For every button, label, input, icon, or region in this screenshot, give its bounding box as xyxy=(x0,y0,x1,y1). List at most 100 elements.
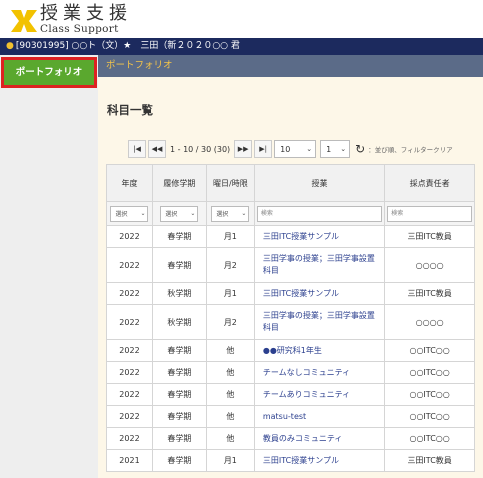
cell-slot: 月1 xyxy=(205,225,255,248)
last-page-icon: ▶| xyxy=(259,145,268,153)
cell-grader: ○○ITC○○ xyxy=(384,361,475,384)
course-link[interactable]: 三田学事の授業；三田学事設置科目 xyxy=(253,247,386,283)
portfolio-button[interactable]: ポートフォリオ xyxy=(1,57,97,88)
page-title: 科目一覧 xyxy=(107,103,153,117)
app-subtitle: Class Support xyxy=(40,23,119,35)
next-page-icon: ▶▶ xyxy=(237,145,249,153)
cell-term: 秋学期 xyxy=(151,304,207,340)
table-header-row: 年度 履修学期 曜日/時限 授業 採点責任者 xyxy=(106,164,475,202)
pagination: |◀ ◀◀ 1 - 10 / 30 (30) ▶▶ ▶| 10 ⌄ 1 ⌄ ↻ ：並… xyxy=(128,140,453,158)
cell-term: 春学期 xyxy=(151,427,207,450)
per-page-value: 10 xyxy=(280,144,291,154)
table-row: 2022 春学期 月2 三田学事の授業；三田学事設置科目 ○○○○ xyxy=(106,247,475,283)
cell-term: 春学期 xyxy=(151,225,207,248)
table-row: 2022 秋学期 月1 三田ITC授業サンプル 三田ITC教員 xyxy=(106,282,475,305)
table-row: 2022 春学期 月1 三田ITC授業サンプル 三田ITC教員 xyxy=(106,225,475,248)
prev-page-button[interactable]: ◀◀ xyxy=(148,140,166,158)
chevron-down-icon: ⌄ xyxy=(190,210,196,217)
per-page-select[interactable]: 10 ⌄ xyxy=(274,140,317,158)
page-value: 1 xyxy=(326,144,332,154)
cell-slot: 他 xyxy=(205,339,255,362)
cell-term: 春学期 xyxy=(151,405,207,428)
user-info: [90301995] ○○ト（文）★ 三田（新２０２０○○ 君 xyxy=(15,41,240,51)
table-row: 2022 春学期他 matsu-test ○○ITC○○ xyxy=(106,405,475,428)
cell-year: 2022 xyxy=(106,427,153,450)
course-link[interactable]: チームなしコミュニティ xyxy=(253,361,386,384)
course-link[interactable]: 三田ITC授業サンプル xyxy=(253,282,386,305)
cell-term: 春学期 xyxy=(151,247,207,283)
cell-grader: 三田ITC教員 xyxy=(384,225,475,248)
course-link[interactable]: 三田学事の授業；三田学事設置科目 xyxy=(253,304,386,340)
cell-year: 2022 xyxy=(106,361,153,384)
table-row: 2021 春学期 月1 三田ITC授業サンプル 三田ITC教員 xyxy=(106,449,475,472)
cell-slot: 月1 xyxy=(205,449,255,472)
prev-page-icon: ◀◀ xyxy=(151,145,163,153)
sidebar: ポートフォリオ xyxy=(0,55,98,478)
cell-grader: ○○○○ xyxy=(384,304,475,340)
app-header: 授業支援 Class Support xyxy=(0,0,483,38)
cell-term: 春学期 xyxy=(151,383,207,406)
table-row: 2022 春学期他 ●●研究科1年生 ○○ITC○○ xyxy=(106,339,475,362)
cell-term: 春学期 xyxy=(151,339,207,362)
filter-row: 選択 ⌄ 選択 ⌄ 選択 ⌄ 検索 検索 xyxy=(106,201,475,226)
app-title: 授業支援 xyxy=(40,3,132,24)
breadcrumb-current: ポートフォリオ xyxy=(106,60,173,71)
logo-icon xyxy=(11,10,37,32)
chevron-down-icon: ⌄ xyxy=(140,210,146,217)
first-page-button[interactable]: |◀ xyxy=(128,140,146,158)
main-content: 科目一覧 |◀ ◀◀ 1 - 10 / 30 (30) ▶▶ ▶| 10 ⌄ 1 ⌄… xyxy=(98,77,483,478)
pager-hint: ：並び順、フィルタークリア xyxy=(368,146,453,154)
course-link[interactable]: 教員のみコミュニティ xyxy=(253,427,386,450)
column-header-year[interactable]: 年度 xyxy=(106,164,153,202)
cell-grader: ○○○○ xyxy=(384,247,475,283)
cell-slot: 他 xyxy=(205,361,255,384)
cell-year: 2022 xyxy=(106,383,153,406)
course-link[interactable]: チームありコミュニティ xyxy=(253,383,386,406)
chevron-down-icon: ⌄ xyxy=(340,145,347,153)
column-header-term[interactable]: 履修学期 xyxy=(151,164,207,202)
course-search-input[interactable]: 検索 xyxy=(256,205,383,222)
first-page-icon: |◀ xyxy=(133,145,141,153)
cell-term: 春学期 xyxy=(151,361,207,384)
refresh-icon[interactable]: ↻ xyxy=(355,142,365,156)
course-link[interactable]: 三田ITC授業サンプル xyxy=(253,449,386,472)
table-row: 2022 春学期他チームありコミュニティ ○○ITC○○ xyxy=(106,383,475,406)
cell-slot: 他 xyxy=(205,405,255,428)
table-row: 2022 春学期他教員のみコミュニティ ○○ITC○○ xyxy=(106,427,475,450)
cell-year: 2022 xyxy=(106,225,153,248)
cell-grader: 三田ITC教員 xyxy=(384,449,475,472)
cell-year: 2021 xyxy=(106,449,153,472)
chevron-down-icon: ⌄ xyxy=(306,145,313,153)
user-bar: ● [90301995] ○○ト（文）★ 三田（新２０２０○○ 君 xyxy=(0,38,483,55)
cell-year: 2022 xyxy=(106,304,153,340)
column-header-course[interactable]: 授業 xyxy=(253,164,386,202)
cell-term: 秋学期 xyxy=(151,282,207,305)
cell-year: 2022 xyxy=(106,282,153,305)
page-select[interactable]: 1 ⌄ xyxy=(320,140,351,158)
course-table: 年度 履修学期 曜日/時限 授業 採点責任者 選択 ⌄ 選択 ⌄ 選択 ⌄ 検索 検索… xyxy=(106,164,475,472)
column-header-grader[interactable]: 採点責任者 xyxy=(384,164,475,202)
column-header-slot[interactable]: 曜日/時限 xyxy=(205,164,255,202)
grader-search-input[interactable]: 検索 xyxy=(387,205,472,222)
cell-year: 2022 xyxy=(106,247,153,283)
course-link[interactable]: ●●研究科1年生 xyxy=(253,339,386,362)
cell-slot: 他 xyxy=(205,383,255,406)
cell-grader: 三田ITC教員 xyxy=(384,282,475,305)
cell-term: 春学期 xyxy=(151,449,207,472)
table-row: 2022 秋学期 月2 三田学事の授業；三田学事設置科目 ○○○○ xyxy=(106,304,475,340)
cell-slot: 月1 xyxy=(205,282,255,305)
cell-slot: 月2 xyxy=(205,247,255,283)
last-page-button[interactable]: ▶| xyxy=(254,140,273,158)
term-filter-select[interactable]: 選択 ⌄ xyxy=(160,205,199,222)
cell-grader: ○○ITC○○ xyxy=(384,383,475,406)
slot-filter-select[interactable]: 選択 ⌄ xyxy=(211,205,250,222)
table-row: 2022 春学期他チームなしコミュニティ ○○ITC○○ xyxy=(106,361,475,384)
year-filter-select[interactable]: 選択 ⌄ xyxy=(110,205,149,222)
cell-grader: ○○ITC○○ xyxy=(384,405,475,428)
page-info: 1 - 10 / 30 (30) xyxy=(170,144,231,154)
cell-grader: ○○ITC○○ xyxy=(384,427,475,450)
course-link[interactable]: 三田ITC授業サンプル xyxy=(253,225,386,248)
user-icon: ● xyxy=(6,41,14,51)
next-page-button[interactable]: ▶▶ xyxy=(234,140,253,158)
course-link[interactable]: matsu-test xyxy=(253,405,386,428)
